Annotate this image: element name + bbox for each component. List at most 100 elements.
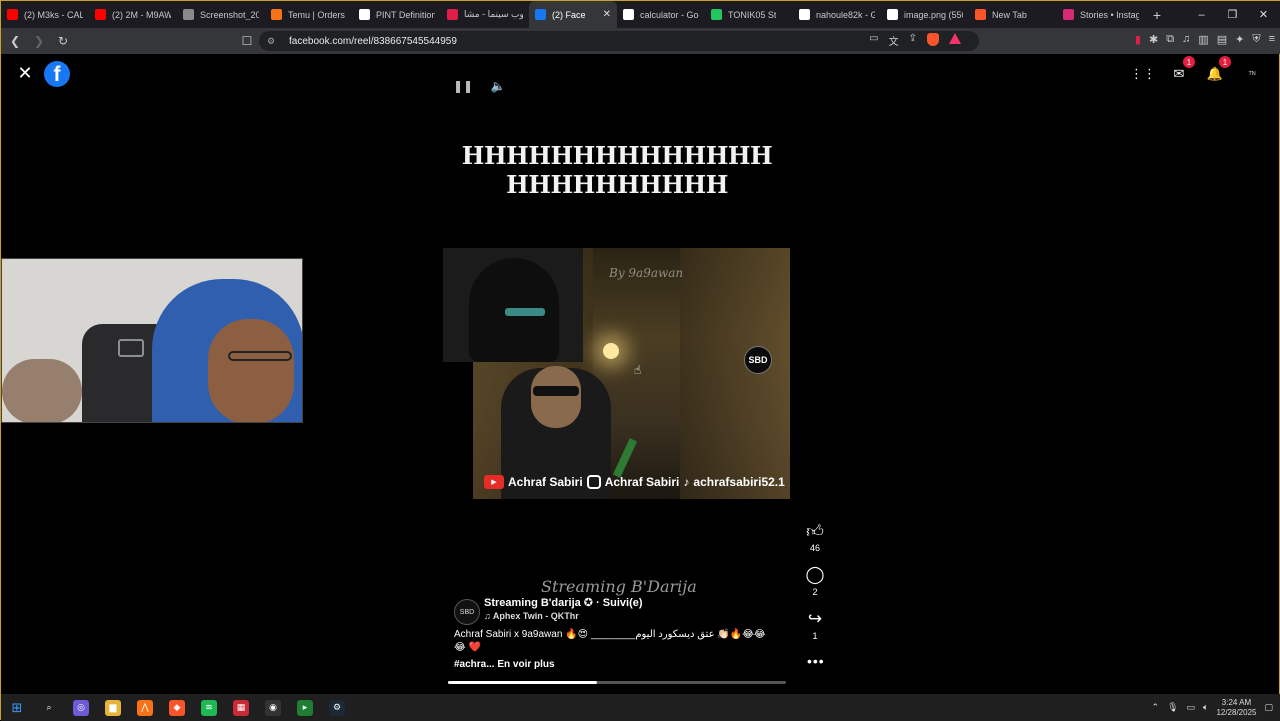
tray-overflow-icon[interactable]: ⌃ — [1152, 702, 1160, 713]
see-more-link[interactable]: #achra... En voir plus — [454, 659, 555, 670]
taskbar-app-copilot[interactable]: ◎ — [65, 694, 97, 721]
explorer-icon: ▆ — [105, 699, 121, 716]
address-bar-row: ❮ ❯ ↻ ☐ ⚙ facebook.com/reel/838667545544… — [1, 28, 1280, 54]
screen: (2) M3ks - CAL (2) 2M - M9AW Screenshot_20… — [0, 0, 1280, 721]
maximize-button[interactable]: ❐ — [1217, 1, 1248, 28]
taskbar-app-steam[interactable]: ⚙ — [321, 694, 353, 721]
tab-label: TONIK05 St — [728, 9, 777, 20]
leo-icon[interactable]: ✦ — [1235, 33, 1244, 46]
clock[interactable]: 3:24 AM 12/28/2025 — [1216, 698, 1256, 718]
bell-icon[interactable]: 🔔 1 — [1203, 56, 1231, 86]
extensions-icon[interactable]: ✱ — [1149, 33, 1158, 46]
site-info-icon[interactable]: ⚙ — [267, 36, 279, 47]
chair-logo — [118, 339, 144, 357]
copilot-icon: ◎ — [73, 699, 89, 716]
reload-button[interactable]: ↻ — [53, 31, 73, 51]
screenshot-icon[interactable]: ⧉ — [1166, 33, 1174, 46]
sidebar-icon[interactable]: ▥ — [1198, 33, 1208, 46]
browser-tab[interactable]: New Tab — [969, 1, 1057, 28]
browser-tab[interactable]: image.png (550 — [881, 1, 969, 28]
taskbar-app-terminal[interactable]: ▸ — [289, 694, 321, 721]
close-reel-icon[interactable]: ✕ — [15, 63, 35, 83]
browser-tab[interactable]: PINT Definition — [353, 1, 441, 28]
taskbar-app-brave[interactable]: ◆ — [161, 694, 193, 721]
instagram-handle: Achraf Sabiri — [604, 475, 680, 489]
webcam-face — [208, 319, 294, 422]
account-avatar[interactable]: ᵀᴺ — [1239, 62, 1265, 86]
tab-label: nahoule82k - G — [816, 9, 875, 20]
page-avatar[interactable]: SBD — [454, 599, 480, 625]
messenger-icon[interactable]: ✉ 1 — [1167, 56, 1195, 86]
browser-tab[interactable]: nahoule82k - G — [793, 1, 881, 28]
like-button[interactable]: 👍︎ 46 — [801, 521, 829, 565]
terminal-icon: ▸ — [297, 699, 313, 716]
close-tab-icon[interactable]: ✕ — [603, 9, 611, 20]
taskbar-app-spotify[interactable]: ≋ — [193, 694, 225, 721]
share-icon[interactable]: ⇪ — [909, 33, 917, 48]
tab-label: PINT Definition — [376, 9, 435, 20]
bookmark-icon[interactable]: ☐ — [237, 31, 257, 51]
system-tray: ⌃ 🎙︎ ▭ 🔈︎ 3:24 AM 12/28/2025 ▢ — [1152, 694, 1273, 721]
mic-icon[interactable]: 🎙︎ — [1167, 702, 1178, 713]
volume-icon[interactable]: 🔈 — [486, 74, 510, 98]
page-name[interactable]: Streaming B'darija ✪ · Suivi(e) — [484, 596, 643, 609]
instagram-icon — [586, 475, 601, 489]
windows-icon: ⊞ — [11, 699, 23, 715]
more-options-icon[interactable]: ••• — [807, 653, 825, 669]
media-icon[interactable]: ♫ — [1182, 33, 1190, 46]
tab-favicon-icon — [799, 9, 810, 20]
browser-tab[interactable]: Screenshot_202 — [177, 1, 265, 28]
close-window-button[interactable]: ✕ — [1248, 1, 1279, 28]
wallet-icon[interactable]: ▤ — [1217, 33, 1227, 46]
browser-tab[interactable]: TONIK05 St — [705, 1, 793, 28]
new-tab-button[interactable]: + — [1145, 7, 1169, 23]
cast-icon[interactable]: ▭ — [869, 33, 878, 48]
taskbar-app-search[interactable]: ⌕ — [33, 694, 65, 721]
translate-icon[interactable]: 文 — [889, 33, 899, 48]
back-button[interactable]: ❮ — [5, 31, 25, 51]
pause-icon[interactable]: ❚❚ — [451, 74, 475, 98]
vpn-icon[interactable]: ⛨ — [1252, 33, 1260, 46]
brave-shields-icon[interactable] — [927, 33, 939, 46]
speaker-icon[interactable]: 🔈︎ — [1203, 702, 1208, 713]
tab-favicon-icon — [447, 9, 458, 20]
browser-tab[interactable]: توب سينما - مشا — [441, 1, 529, 28]
network-icon[interactable]: ▭ — [1187, 702, 1196, 713]
taskbar-app-obs[interactable]: ◉ — [257, 694, 289, 721]
minimize-button[interactable]: – — [1186, 1, 1217, 28]
start-button[interactable]: ⊞ — [1, 694, 33, 721]
browser-tab[interactable]: (2) M3ks - CAL — [1, 1, 89, 28]
tab-label: calculator - Goo — [640, 9, 699, 20]
notification-center-icon[interactable]: ▢ — [1264, 702, 1273, 713]
spotify-icon: ≋ — [201, 699, 217, 716]
taskbar-apps: ⌕ ◎ ▆ ⋀ ◆ ≋ ▦ ◉ ▸ ⚙ — [33, 694, 353, 721]
comment-button[interactable]: ◯ 2 — [801, 565, 829, 609]
menu-icon[interactable]: ≡ — [1269, 33, 1275, 46]
webcam-overlay — [1, 258, 303, 423]
forward-button[interactable]: ❯ — [29, 31, 49, 51]
reel-caption: Achraf Sabiri x 9a9awan 🔥😍 ________عتق د… — [454, 629, 766, 653]
audio-track[interactable]: ♫ Aphex Twin - QKThr — [484, 611, 579, 621]
taskbar-app-voicemod[interactable]: ▦ — [225, 694, 257, 721]
tab-bar: (2) M3ks - CAL (2) 2M - M9AW Screenshot_20… — [1, 1, 1280, 28]
browser-tab[interactable]: (2) 2M - M9AW — [89, 1, 177, 28]
video-progress[interactable] — [448, 681, 786, 684]
tab-label: Screenshot_202 — [200, 9, 259, 20]
video-street-light — [603, 343, 619, 359]
browser-tab[interactable]: (2) Face ✕ — [529, 1, 617, 28]
clock-date: 12/28/2025 — [1216, 707, 1257, 717]
browser-tab[interactable]: calculator - Goo — [617, 1, 705, 28]
menu-grid-icon[interactable]: ⋮⋮ — [1130, 62, 1156, 86]
share-button[interactable]: ↪ 1 — [801, 609, 829, 653]
brave-rewards-icon[interactable] — [949, 33, 961, 44]
share-count: 1 — [812, 631, 818, 641]
browser-tab[interactable]: Temu | Orders — [265, 1, 353, 28]
video-social-handles: ▶ Achraf Sabiri Achraf Sabiri ♪ achrafsa… — [484, 471, 785, 493]
browser-tab[interactable]: Stories • Instag — [1057, 1, 1145, 28]
taskbar-app-anti[interactable]: ⋀ — [129, 694, 161, 721]
url-text: facebook.com/reel/838667545544959 — [289, 35, 457, 47]
url-actions: ▭ 文 ⇪ — [869, 33, 961, 48]
recording-icon[interactable]: ▮ — [1135, 33, 1141, 46]
facebook-logo[interactable]: f — [44, 61, 70, 87]
taskbar-app-explorer[interactable]: ▆ — [97, 694, 129, 721]
